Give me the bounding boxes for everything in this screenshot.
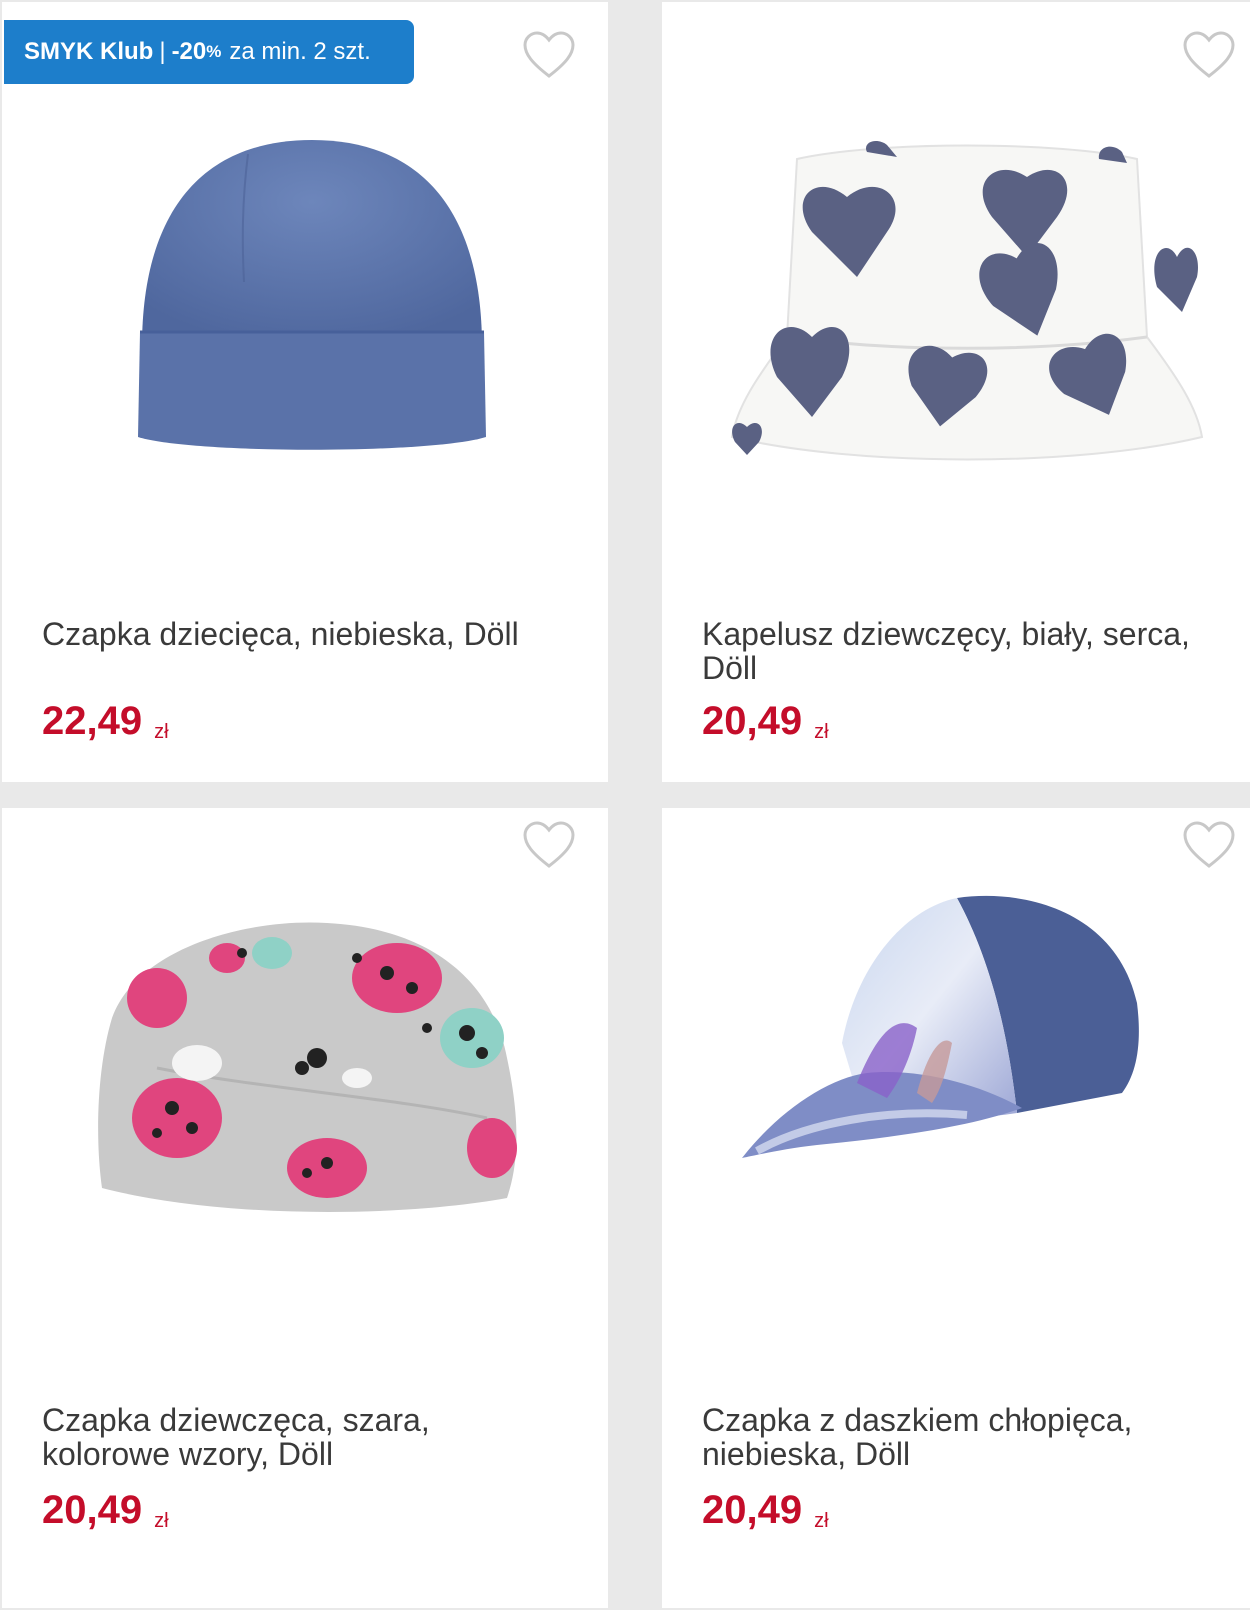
product-image-hearts-bucket-hat[interactable]	[727, 137, 1207, 467]
promo-brand: SMYK Klub	[24, 38, 154, 65]
product-card-2[interactable]: Kapelusz dziewczęcy, biały, serca, Döll …	[662, 2, 1250, 782]
promo-separator: |	[159, 38, 166, 65]
product-image-baseball-cap[interactable]	[737, 883, 1182, 1163]
price-currency: zł	[154, 721, 169, 743]
price-currency: zł	[154, 1510, 169, 1532]
price-value: 20,49	[42, 1488, 143, 1532]
wishlist-heart-icon[interactable]	[522, 820, 576, 870]
product-price: 20,49 zł	[42, 1488, 169, 1533]
wishlist-heart-icon[interactable]	[522, 30, 576, 80]
promo-condition: za min. 2 szt.	[229, 38, 371, 65]
price-value: 20,49	[702, 699, 803, 743]
product-title[interactable]: Czapka dziecięca, niebieska, Döll	[42, 617, 598, 651]
promo-percent: %	[206, 42, 222, 61]
smyk-klub-promo-badge: SMYK Klub | -20% za min. 2 szt.	[4, 20, 414, 84]
promo-discount: -20	[171, 38, 207, 65]
product-card-4[interactable]: Czapka z daszkiem chłopięca, niebieska, …	[662, 808, 1250, 1608]
product-title[interactable]: Czapka z daszkiem chłopięca, niebieska, …	[702, 1403, 1172, 1471]
price-currency: zł	[814, 721, 829, 743]
product-title[interactable]: Kapelusz dziewczęcy, biały, serca, Döll	[702, 617, 1240, 685]
product-price: 20,49 zł	[702, 1488, 829, 1533]
wishlist-heart-icon[interactable]	[1182, 820, 1236, 870]
wishlist-heart-icon[interactable]	[1182, 30, 1236, 80]
price-currency: zł	[814, 1510, 829, 1532]
product-price: 22,49 zł	[42, 699, 169, 744]
product-price: 20,49 zł	[702, 699, 829, 744]
product-image-gray-patterned-beanie[interactable]	[97, 918, 527, 1218]
price-value: 20,49	[702, 1488, 803, 1532]
product-image-blue-beanie[interactable]	[132, 132, 492, 462]
product-card-3[interactable]: Czapka dziewczęca, szara, kolorowe wzory…	[2, 808, 608, 1608]
product-title[interactable]: Czapka dziewczęca, szara, kolorowe wzory…	[42, 1403, 492, 1471]
product-card-1[interactable]: SMYK Klub | -20% za min. 2 szt. Czapka d…	[2, 2, 608, 782]
price-value: 22,49	[42, 699, 143, 743]
